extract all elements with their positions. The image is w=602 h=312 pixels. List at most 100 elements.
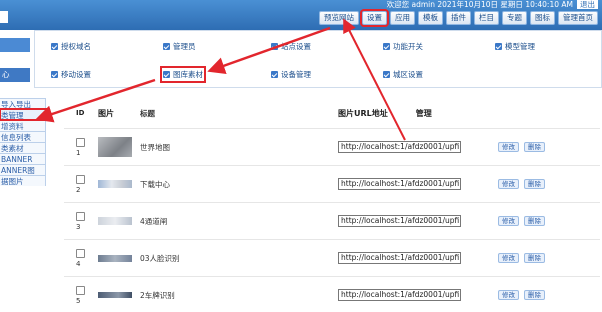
nav-feature-switch[interactable]: 功能开关 (383, 41, 423, 52)
row-id: 4 (76, 259, 81, 268)
table-row: 5 2车牌识别 http://localhost:1/afdz0001/upfi… (64, 276, 600, 312)
nav-label: 授权域名 (61, 42, 91, 51)
nav-administrators[interactable]: 管理员 (163, 41, 196, 52)
settings-button[interactable]: 设置 (360, 9, 389, 27)
row-id: 3 (76, 222, 81, 231)
delete-button[interactable]: 删除 (524, 179, 545, 189)
topics-button[interactable]: 专题 (502, 11, 527, 25)
nav-gallery-material[interactable]: 图库素材 (160, 66, 206, 83)
edit-button[interactable]: 修改 (498, 142, 519, 152)
edit-button[interactable]: 修改 (498, 290, 519, 300)
table-row: 1 世界地图 http://localhost:1/afdz0001/upfi … (64, 128, 600, 165)
row-id: 1 (76, 148, 81, 157)
url-field[interactable]: http://localhost:1/afdz0001/upfi (338, 141, 461, 153)
table-row: 3 4通道闸 http://localhost:1/afdz0001/upfi … (64, 202, 600, 239)
plugins-button[interactable]: 插件 (446, 11, 471, 25)
welcome-label: 欢迎您 admin 2021年10月10日 星期日 10:40:10 AM (386, 0, 573, 9)
delete-button[interactable]: 删除 (524, 253, 545, 263)
table-row: 4 03人脸识别 http://localhost:1/afdz0001/upf… (64, 239, 600, 276)
checkbox-icon (51, 71, 58, 78)
row-checkbox[interactable] (76, 211, 85, 221)
nav-mobile-settings[interactable]: 移动设置 (51, 69, 91, 80)
url-field[interactable]: http://localhost:1/afdz0001/upfi (338, 252, 461, 264)
thumbnail-image (98, 217, 132, 225)
checkbox-icon (163, 71, 170, 78)
row-title: 下载中心 (140, 179, 170, 189)
row-id: 2 (76, 185, 81, 194)
admin-home-button[interactable]: 管理首页 (558, 11, 598, 25)
row-title: 4通道闸 (140, 216, 168, 226)
row-id: 5 (76, 296, 81, 305)
nav-label: 城区设置 (393, 70, 423, 79)
apps-button[interactable]: 应用 (390, 11, 415, 25)
delete-button[interactable]: 删除 (524, 216, 545, 226)
nav-label: 图库素材 (173, 70, 203, 79)
row-title: 03人脸识别 (140, 253, 180, 263)
icons-button[interactable]: 图标 (530, 11, 555, 25)
logo (0, 11, 8, 23)
nav-label: 设备管理 (281, 70, 311, 79)
delete-button[interactable]: 删除 (524, 290, 545, 300)
sidebar-item-data-image[interactable]: 据图片 (0, 175, 46, 186)
nav-site-settings[interactable]: 站点设置 (271, 41, 311, 52)
top-nav: 预览网站 设置 应用 模板 插件 栏目 专题 图标 管理首页 (319, 9, 598, 27)
sidebar-item-category-manage[interactable]: 类管理 (0, 108, 47, 121)
welcome-text: 欢迎您 admin 2021年10月10日 星期日 10:40:10 AM 退出 (387, 0, 598, 10)
checkbox-icon (383, 43, 390, 50)
logout-button[interactable]: 退出 (577, 0, 598, 9)
sidebar-item-category-material[interactable]: 类素材 (0, 142, 46, 153)
header-url: 图片URL地址 管理 (338, 108, 498, 119)
row-checkbox[interactable] (76, 248, 85, 258)
sidebar-item-add-data[interactable]: 增资料 (0, 120, 46, 131)
nav-label: 管理员 (173, 42, 196, 51)
header-manage: 管理 (415, 108, 432, 118)
preview-site-button[interactable]: 预览网站 (319, 11, 359, 25)
row-checkbox[interactable] (76, 174, 85, 184)
nav-label: 功能开关 (393, 42, 423, 51)
url-field[interactable]: http://localhost:1/afdz0001/upfi (338, 215, 461, 227)
checkbox-icon (495, 43, 502, 50)
columns-button[interactable]: 栏目 (474, 11, 499, 25)
sidebar-item-import-export[interactable]: 导入导出 (0, 98, 46, 109)
templates-button[interactable]: 模板 (418, 11, 443, 25)
row-checkbox[interactable] (76, 285, 85, 295)
image-table: ID 图片 标题 图片URL地址 管理 1 世界地图 http://localho… (64, 98, 600, 312)
checkbox-icon (271, 71, 278, 78)
checkbox-icon (383, 71, 390, 78)
header-image: 图片 (98, 108, 114, 118)
top-bar: 欢迎您 admin 2021年10月10日 星期日 10:40:10 AM 退出 … (0, 0, 602, 30)
sidebar-item-banner-image[interactable]: ANNER图 (0, 164, 46, 175)
nav-device-manage[interactable]: 设备管理 (271, 69, 311, 80)
thumbnail-image (98, 254, 132, 262)
checkbox-icon (51, 43, 58, 50)
row-checkbox[interactable] (76, 137, 85, 147)
sidebar-tab-1[interactable] (0, 38, 30, 52)
thumbnail-image (98, 180, 132, 188)
sidebar-tab-2[interactable]: 心 (0, 68, 30, 82)
nav-model-manage[interactable]: 模型管理 (495, 41, 535, 52)
edit-button[interactable]: 修改 (498, 179, 519, 189)
delete-button[interactable]: 删除 (524, 142, 545, 152)
nav-label: 站点设置 (281, 42, 311, 51)
url-field[interactable]: http://localhost:1/afdz0001/upfi (338, 178, 461, 190)
sidebar-item-info-list[interactable]: 信息列表 (0, 131, 46, 142)
thumbnail-image (98, 137, 132, 157)
edit-button[interactable]: 修改 (498, 253, 519, 263)
edit-button[interactable]: 修改 (498, 216, 519, 226)
sidebar-item-banner[interactable]: BANNER (0, 153, 46, 164)
header-title: 标题 (140, 108, 155, 118)
settings-nav-panel: 授权域名 管理员 站点设置 功能开关 模型管理 移动设置 图库素材 设备管理 城… (34, 30, 602, 88)
thumbnail-image (98, 292, 132, 298)
checkbox-icon (163, 43, 170, 50)
sidebar-list: 导入导出 类管理 增资料 信息列表 类素材 BANNER ANNER图 据图片 (0, 98, 47, 186)
url-field[interactable]: http://localhost:1/afdz0001/upfi (338, 289, 461, 301)
row-title: 2车牌识别 (140, 290, 175, 300)
nav-label: 模型管理 (505, 42, 535, 51)
header-url-label: 图片URL地址 (338, 108, 388, 118)
nav-district-settings[interactable]: 城区设置 (383, 69, 423, 80)
nav-label: 移动设置 (61, 70, 91, 79)
nav-authorized-domain[interactable]: 授权域名 (51, 41, 91, 52)
table-row: 2 下载中心 http://localhost:1/afdz0001/upfi … (64, 165, 600, 202)
checkbox-icon (271, 43, 278, 50)
table-header: ID 图片 标题 图片URL地址 管理 (64, 98, 600, 128)
